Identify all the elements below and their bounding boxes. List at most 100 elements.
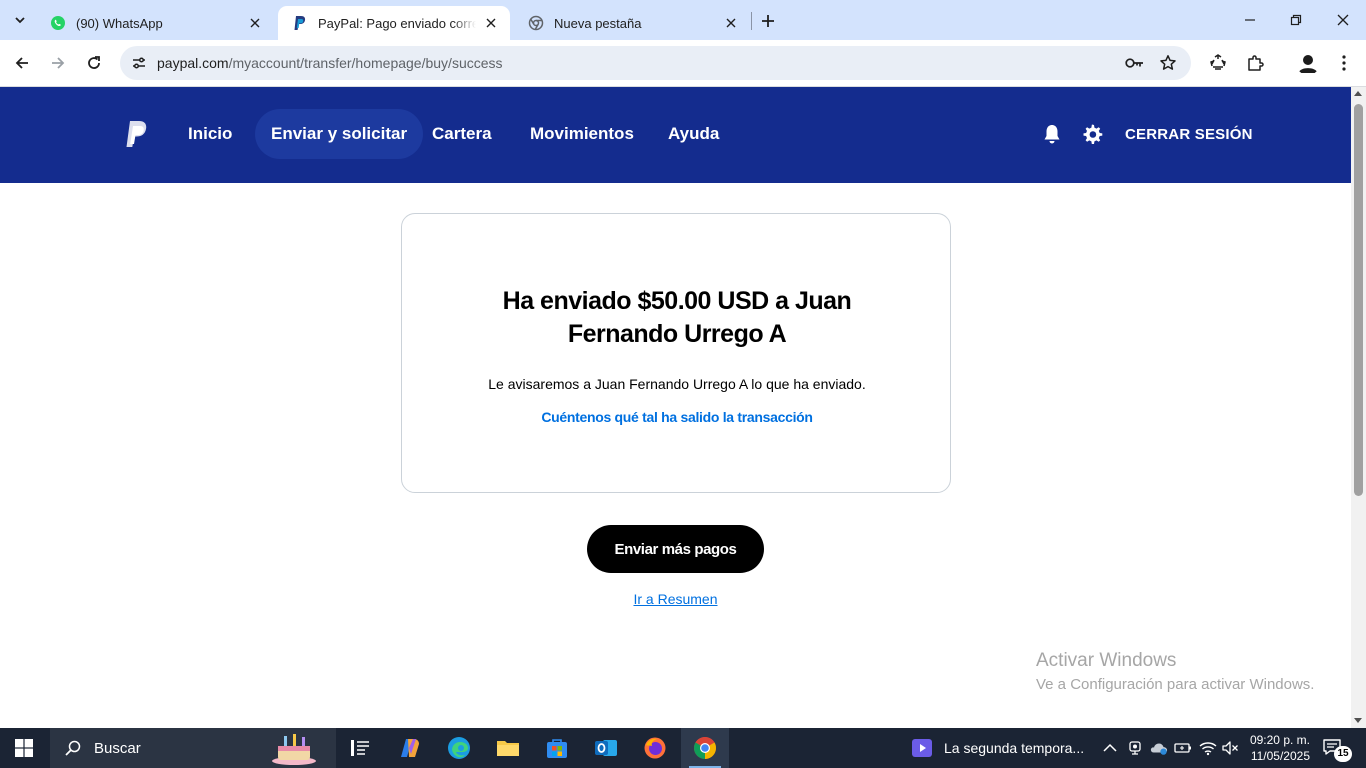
taskbar-search-box[interactable]: Buscar	[50, 728, 336, 768]
nav-movimientos[interactable]: Movimientos	[514, 109, 650, 159]
meet-now-icon[interactable]	[1126, 739, 1144, 757]
reload-icon	[88, 56, 100, 69]
plus-icon	[762, 15, 774, 27]
chrome-app[interactable]	[681, 728, 729, 768]
close-tab-icon[interactable]	[482, 14, 500, 32]
tab-search-button[interactable]	[6, 8, 34, 32]
success-card: Ha enviado $50.00 USD a Juan Fernando Ur…	[401, 213, 951, 493]
scroll-down-arrow-icon[interactable]	[1354, 718, 1362, 723]
logout-link[interactable]: CERRAR SESIÓN	[1125, 126, 1253, 143]
firefox-app[interactable]	[631, 728, 679, 768]
scrollbar-thumb[interactable]	[1354, 104, 1363, 496]
media-widget[interactable]: La segunda tempora...	[912, 728, 1084, 768]
windows-taskbar: Buscar La segunda tempora... 09:20 p. m.…	[0, 728, 1366, 768]
wifi-icon[interactable]	[1199, 739, 1217, 757]
extensions-button[interactable]	[1240, 48, 1270, 78]
kebab-menu-icon	[1342, 55, 1346, 71]
minimize-icon	[1245, 19, 1255, 21]
volume-muted-icon[interactable]	[1221, 739, 1239, 757]
chevron-down-icon	[15, 17, 25, 24]
restore-button[interactable]	[1273, 0, 1319, 40]
close-icon	[1337, 14, 1349, 26]
browser-toolbar: paypal.com/myaccount/transfer/homepage/b…	[0, 40, 1366, 87]
success-heading: Ha enviado $50.00 USD a Juan Fernando Ur…	[502, 287, 852, 348]
tab-title: Nueva pestaña	[554, 15, 642, 31]
tab-paypal[interactable]: PayPal: Pago enviado correctamente	[278, 6, 510, 40]
gear-icon[interactable]	[1081, 123, 1103, 145]
microsoft-store-app[interactable]	[533, 728, 581, 768]
nav-inicio[interactable]: Inicio	[172, 109, 248, 159]
arrow-left-icon	[15, 57, 28, 69]
task-view-icon	[351, 740, 369, 756]
bookmark-star-icon[interactable]	[1156, 52, 1180, 74]
forward-button[interactable]	[43, 48, 73, 78]
nav-cartera[interactable]: Cartera	[416, 109, 508, 159]
scroll-up-arrow-icon[interactable]	[1354, 91, 1362, 96]
file-explorer-app[interactable]	[484, 728, 532, 768]
recycle-icon	[1210, 54, 1226, 70]
notification-center-button[interactable]: 15	[1322, 738, 1352, 762]
taskbar-clock[interactable]: 09:20 p. m. 11/05/2025	[1240, 732, 1310, 764]
watermark-subtitle: Ve a Configuración para activar Windows.	[1036, 676, 1315, 693]
search-highlight-cake-icon	[268, 732, 320, 766]
start-button[interactable]	[0, 728, 48, 768]
site-info-icon[interactable]	[128, 52, 150, 74]
bell-icon[interactable]	[1041, 123, 1063, 145]
notification-message: Le avisaremos a Juan Fernando Urrego A l…	[488, 376, 866, 392]
minimize-button[interactable]	[1227, 0, 1273, 40]
tab-whatsapp[interactable]: (90) WhatsApp	[36, 6, 274, 40]
password-key-icon[interactable]	[1123, 52, 1147, 74]
battery-icon[interactable]	[1174, 739, 1192, 757]
profile-avatar[interactable]	[1296, 51, 1320, 75]
windows-activation-watermark: Activar Windows Ve a Configuración para …	[1036, 650, 1314, 693]
store-icon	[547, 739, 567, 758]
search-icon	[65, 740, 81, 756]
puzzle-icon	[1248, 55, 1264, 71]
close-tab-icon[interactable]	[246, 14, 264, 32]
browser-menu-button[interactable]	[1329, 48, 1359, 78]
watermark-title: Activar Windows	[1036, 650, 1177, 671]
send-more-payments-button[interactable]: Enviar más pagos	[587, 525, 764, 573]
clock-time: 09:20 p. m.	[1249, 733, 1310, 747]
tab-title: (90) WhatsApp	[76, 15, 163, 31]
copilot-icon	[401, 739, 419, 757]
chrome-icon	[694, 737, 716, 759]
url-text: paypal.com/myaccount/transfer/homepage/b…	[157, 55, 503, 71]
chevron-up-icon[interactable]	[1101, 739, 1119, 757]
page-scrollbar[interactable]	[1351, 87, 1366, 728]
url-path: /myaccount/transfer/homepage/buy/success	[228, 55, 503, 71]
paypal-logo-icon[interactable]	[124, 120, 150, 150]
restore-icon	[1290, 14, 1302, 26]
search-placeholder: Buscar	[94, 739, 141, 757]
address-bar[interactable]: paypal.com/myaccount/transfer/homepage/b…	[120, 46, 1191, 80]
onedrive-icon[interactable]	[1150, 739, 1168, 757]
outlook-app[interactable]	[582, 728, 630, 768]
paypal-header: Inicio Enviar y solicitar Cartera Movimi…	[0, 87, 1351, 183]
feedback-link[interactable]: Cuéntenos qué tal ha salido la transacci…	[402, 409, 952, 425]
recycle-extension-button[interactable]	[1203, 48, 1233, 78]
url-host: paypal.com	[157, 55, 229, 71]
go-to-summary-link: Ir a Resumen	[0, 591, 1351, 607]
browser-tabstrip: (90) WhatsApp PayPal: Pago enviado corre…	[0, 0, 1366, 40]
folder-icon	[497, 741, 519, 756]
edge-icon	[448, 737, 470, 759]
media-title: La segunda tempora...	[944, 740, 1085, 756]
firefox-icon	[644, 737, 666, 759]
copilot-app[interactable]	[386, 728, 434, 768]
back-button[interactable]	[7, 48, 37, 78]
page-content: Ha enviado $50.00 USD a Juan Fernando Ur…	[0, 183, 1351, 728]
edge-app[interactable]	[435, 728, 483, 768]
nav-enviar-y-solicitar[interactable]: Enviar y solicitar	[255, 109, 424, 159]
reload-button[interactable]	[79, 48, 109, 78]
new-tab-button[interactable]	[755, 8, 781, 34]
notification-count-badge: 15	[1334, 746, 1352, 762]
task-view-button[interactable]	[336, 728, 384, 768]
tab-new-tab[interactable]: Nueva pestaña	[514, 6, 750, 40]
whatsapp-icon	[50, 15, 66, 31]
close-tab-icon[interactable]	[722, 14, 740, 32]
windows-logo-icon	[15, 739, 33, 757]
outlook-icon	[595, 740, 617, 756]
nav-ayuda[interactable]: Ayuda	[652, 109, 735, 159]
go-to-summary-text[interactable]: Ir a Resumen	[633, 591, 717, 607]
close-window-button[interactable]	[1320, 0, 1366, 40]
